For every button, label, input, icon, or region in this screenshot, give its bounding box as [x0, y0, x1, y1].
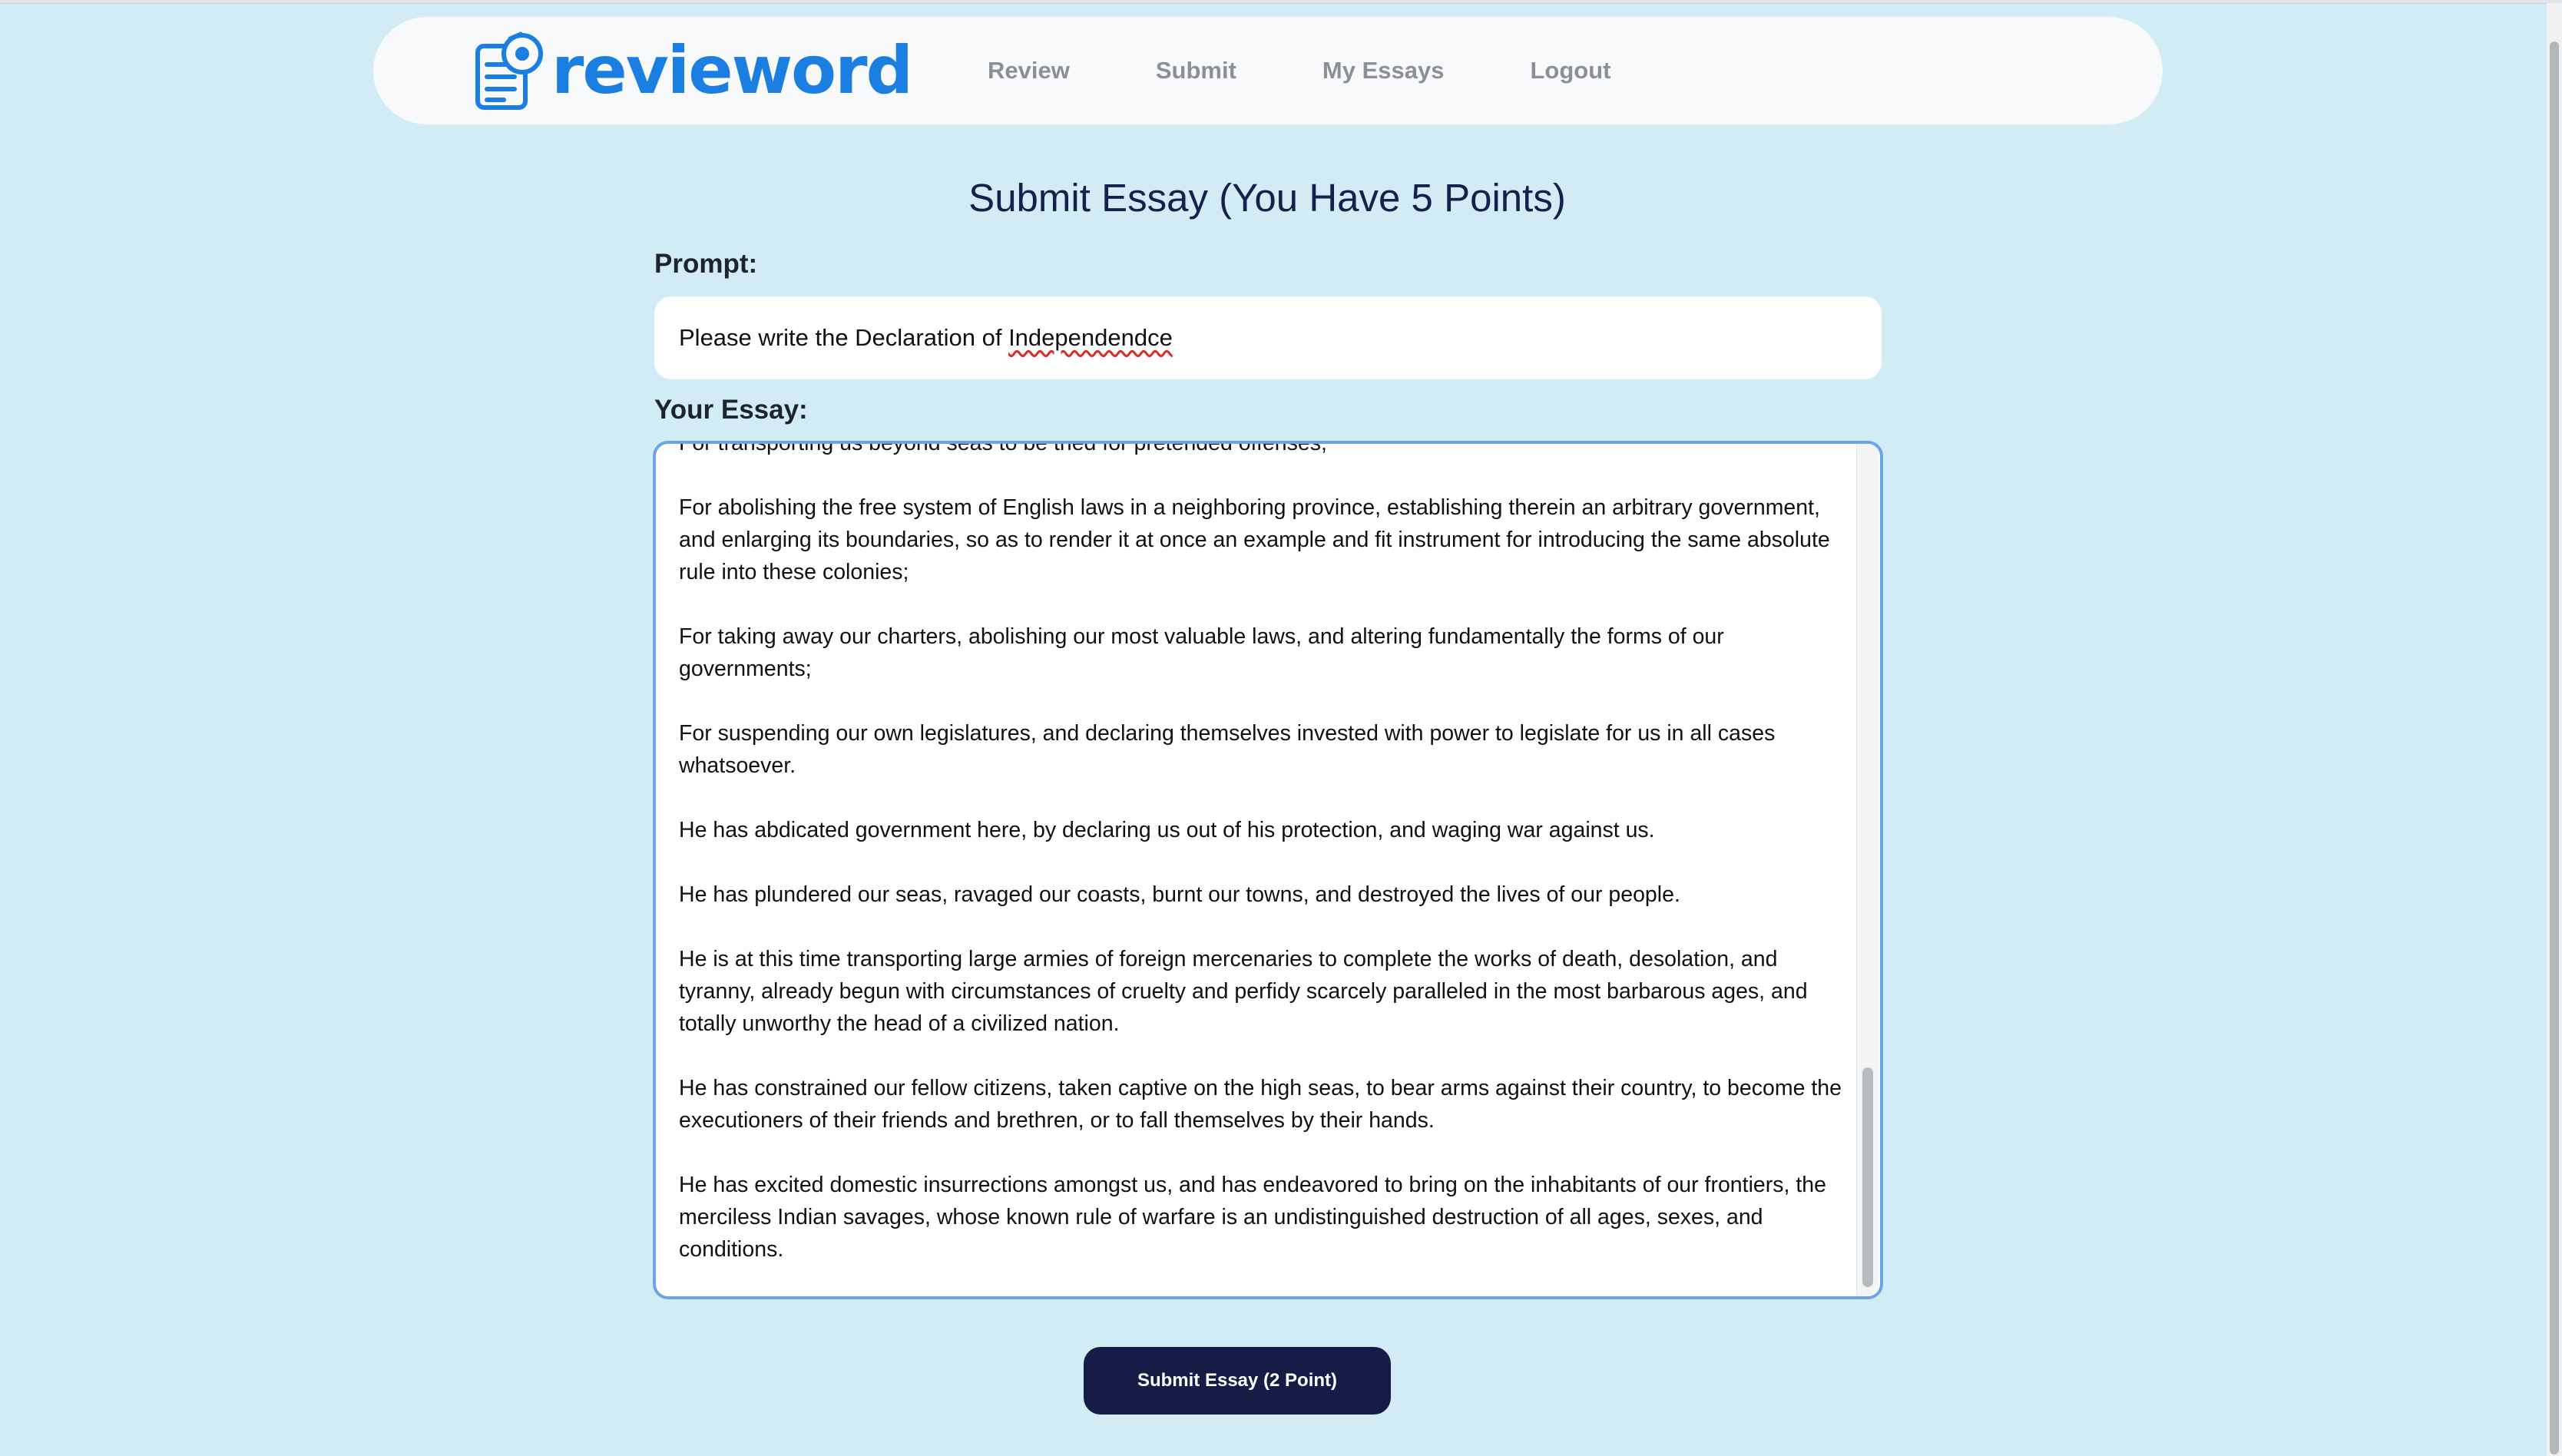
- nav-submit[interactable]: Submit: [1156, 57, 1236, 84]
- essay-paragraph: He has abdicated government here, by dec…: [679, 818, 1655, 842]
- logo-text: revieword: [551, 32, 913, 109]
- essay-paragraph: For transporting us beyond seas to be tr…: [679, 441, 1327, 455]
- essay-paragraph: He has excited domestic insurrections am…: [679, 1173, 1826, 1262]
- prompt-misspelled-word: Independendce: [1008, 324, 1173, 351]
- essay-paragraph: For taking away our charters, abolishing…: [679, 624, 1724, 681]
- navbar: revieword Review Submit My Essays Logout: [373, 17, 2163, 124]
- essay-paragraph: He is at this time transporting large ar…: [679, 947, 1808, 1036]
- nav-review[interactable]: Review: [988, 57, 1070, 84]
- essay-paragraph: He has plundered our seas, ravaged our c…: [679, 882, 1680, 907]
- document-eye-icon: [475, 31, 543, 110]
- prompt-field[interactable]: Please write the Declaration of Independ…: [654, 296, 1882, 379]
- page-title: Submit Essay (You Have 5 Points): [968, 176, 1566, 220]
- browser-top-strip: [0, 0, 2562, 4]
- prompt-text: Please write the Declaration of: [679, 324, 1009, 351]
- page-scrollbar-thumb[interactable]: [2550, 41, 2559, 1454]
- nav-logout[interactable]: Logout: [1530, 57, 1610, 84]
- essay-scrollbar-thumb[interactable]: [1862, 1067, 1873, 1287]
- nav-my-essays[interactable]: My Essays: [1322, 57, 1445, 84]
- prompt-label: Prompt:: [654, 249, 758, 279]
- page-scrollbar[interactable]: [2547, 3, 2562, 1456]
- submit-essay-button[interactable]: Submit Essay (2 Point): [1084, 1347, 1391, 1415]
- essay-textarea[interactable]: For transporting us beyond seas to be tr…: [653, 441, 1883, 1299]
- essay-content: For transporting us beyond seas to be tr…: [679, 441, 1846, 1296]
- essay-paragraph: For suspending our own legislatures, and…: [679, 721, 1776, 778]
- logo[interactable]: revieword: [473, 31, 913, 111]
- essay-label: Your Essay:: [654, 395, 808, 425]
- main-nav: Review Submit My Essays Logout: [988, 17, 1696, 124]
- essay-scrollbar[interactable]: [1856, 444, 1878, 1296]
- essay-paragraph: He has constrained our fellow citizens, …: [679, 1076, 1842, 1133]
- essay-paragraph: For abolishing the free system of Englis…: [679, 495, 1830, 584]
